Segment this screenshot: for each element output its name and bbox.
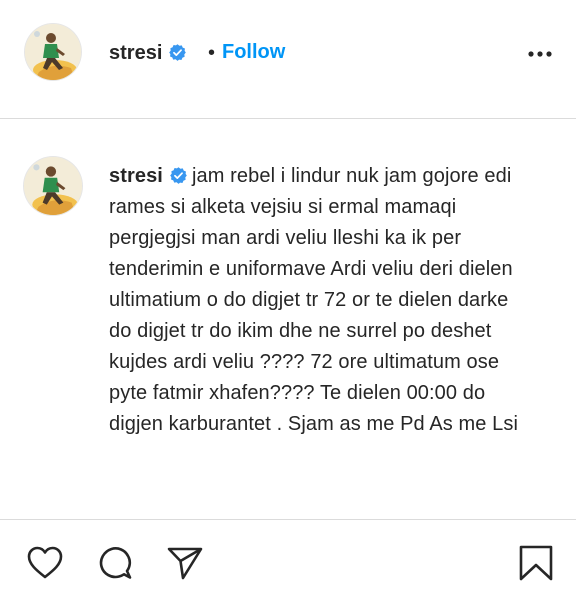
caption-body: jam rebel i lindur nuk jam gojore edi ra…: [109, 165, 519, 435]
follow-button[interactable]: Follow: [222, 40, 285, 64]
username-text[interactable]: stresi: [109, 42, 162, 64]
like-button[interactable]: [26, 544, 64, 582]
verified-badge-icon: [170, 167, 187, 184]
caption-username[interactable]: stresi: [109, 165, 163, 187]
avatar-image: [25, 24, 81, 80]
separator-dot: •: [208, 42, 216, 64]
action-bar: [0, 519, 576, 595]
caption-avatar[interactable]: [24, 157, 82, 215]
save-button[interactable]: [517, 544, 555, 582]
more-options-icon[interactable]: [526, 46, 554, 62]
caption-comment: stresi jam rebel i lindur nuk jam gojore…: [0, 119, 576, 519]
comment-button[interactable]: [96, 544, 134, 582]
caption-text-block: stresi jam rebel i lindur nuk jam gojore…: [109, 161, 529, 440]
header-username[interactable]: stresi: [109, 41, 187, 65]
heart-icon: [27, 546, 63, 579]
post-header: stresi • Follow: [0, 0, 576, 119]
paper-plane-icon: [167, 547, 203, 580]
comment-bubble-icon: [99, 547, 132, 579]
verified-badge-icon: [169, 44, 187, 61]
share-button[interactable]: [166, 544, 204, 582]
avatar-image: [24, 157, 82, 215]
bookmark-icon: [519, 545, 553, 581]
profile-avatar[interactable]: [25, 24, 81, 80]
